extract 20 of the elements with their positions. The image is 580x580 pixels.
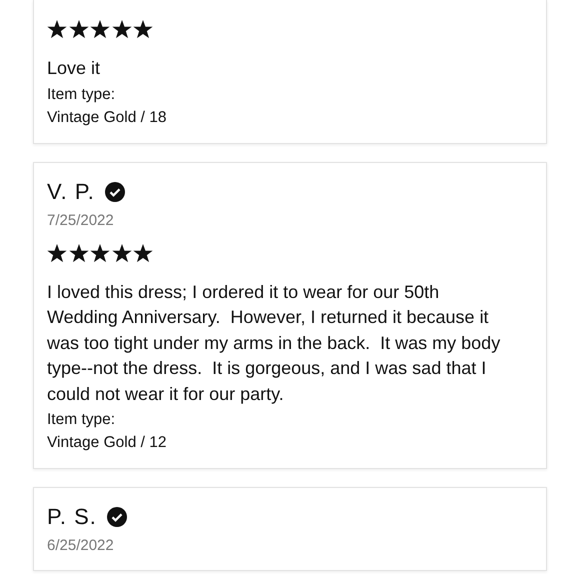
review-date: 7/25/2022 xyxy=(47,210,115,230)
star-icon xyxy=(47,20,67,39)
star-icon xyxy=(90,244,110,262)
review-date: 6/25/2022 xyxy=(47,536,115,556)
item-type-label: Item type: xyxy=(47,84,116,104)
star-icon xyxy=(68,244,88,262)
star-icon xyxy=(47,244,67,262)
star-icon xyxy=(112,244,132,262)
item-type-label: Item type: xyxy=(47,410,116,430)
star-icon xyxy=(133,20,153,39)
reviewer-name: P. S. xyxy=(47,506,97,528)
item-type-value: Vintage Gold / 12 xyxy=(47,433,168,453)
review-text: I loved this dress; I ordered it to wear for our 50th Wedding Anniversary. However, I returned it because it was too tight under my arms in the back. It was my body type--not the dress. It is gorgeous, and I was sad that I could not wear it for our party. xyxy=(47,280,502,406)
star-icon xyxy=(112,20,132,39)
item-type-value: Vintage Gold / 18 xyxy=(47,108,168,128)
star-icon xyxy=(133,244,153,262)
star-icon xyxy=(68,20,88,39)
reviewer-name: V. P. xyxy=(47,180,95,202)
review-text: Love it xyxy=(47,57,102,80)
star-icon xyxy=(90,20,110,39)
